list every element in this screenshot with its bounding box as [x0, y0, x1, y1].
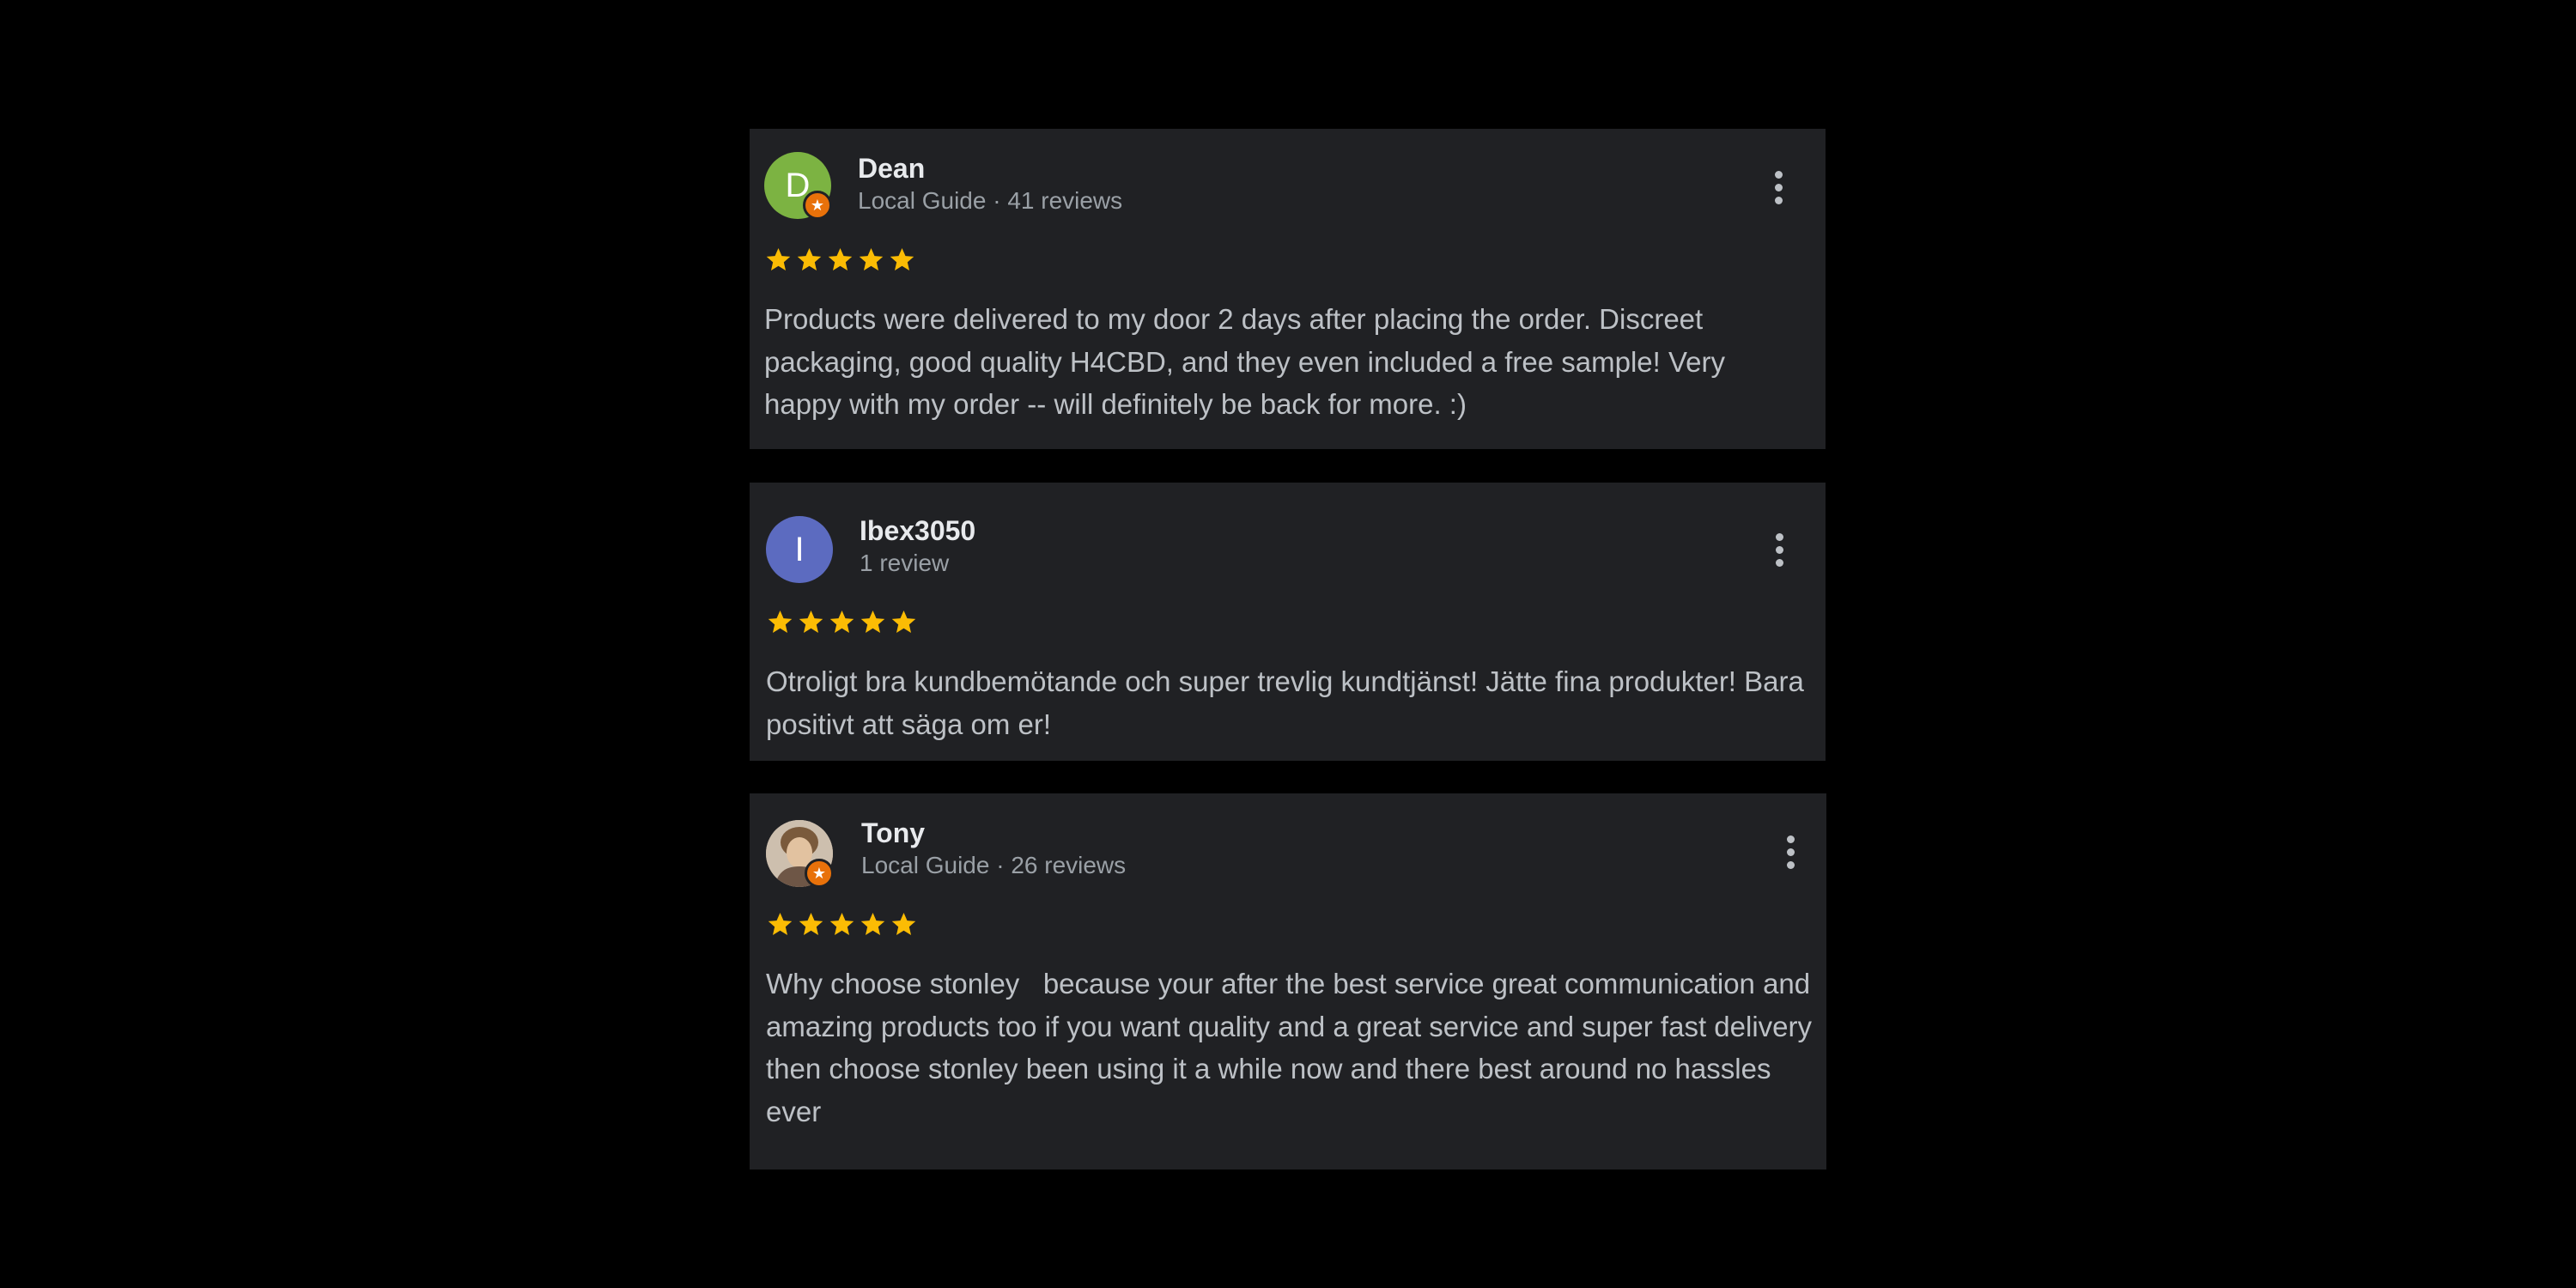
review-card: I Ibex3050 1 review Otroligt bra kundbem…	[750, 483, 1826, 761]
reviewer-name[interactable]: Ibex3050	[860, 515, 975, 547]
star-rating	[764, 244, 916, 275]
more-vert-icon-dot	[1786, 835, 1795, 843]
star-icon	[890, 247, 914, 270]
reviewer-name[interactable]: Tony	[861, 817, 925, 849]
star-icon	[799, 912, 823, 935]
more-vert-icon-dot	[1775, 545, 1783, 554]
review-text: Why choose stonley because your after th…	[766, 968, 1820, 1127]
review-text: Products were delivered to my door 2 day…	[764, 303, 1726, 420]
reviewer-meta[interactable]: 1 review	[860, 550, 949, 577]
reviews-stage: D ★ Dean Local Guide · 41 reviews Produc…	[0, 0, 2576, 1288]
star-icon	[860, 912, 885, 935]
reviewer-meta[interactable]: Local Guide · 41 reviews	[858, 187, 1122, 215]
more-vert-icon-dot	[1774, 170, 1783, 179]
avatar-letter: I	[794, 530, 805, 568]
star-rating	[766, 908, 918, 939]
local-guide-badge-icon: ★	[803, 191, 832, 220]
reviewer-name[interactable]: Dean	[858, 153, 925, 185]
more-vert-icon-dot	[1786, 860, 1795, 869]
review-card: ★ Tony Local Guide · 26 reviews Why choo…	[750, 793, 1826, 1170]
star-icon	[768, 610, 793, 633]
more-vert-icon-dot	[1774, 196, 1783, 204]
avatar[interactable]: I	[766, 516, 833, 583]
more-vert-icon-dot	[1786, 848, 1795, 856]
star-icon	[799, 610, 823, 633]
more-options-button[interactable]	[1762, 526, 1796, 574]
more-vert-icon-dot	[1774, 183, 1783, 191]
star-icon	[797, 247, 822, 270]
reviewer-meta[interactable]: Local Guide · 26 reviews	[861, 852, 1126, 879]
star-icon	[891, 610, 916, 633]
star-icon	[891, 912, 916, 935]
more-options-button[interactable]	[1761, 163, 1795, 211]
star-icon	[829, 912, 854, 935]
more-options-button[interactable]	[1773, 828, 1807, 876]
review-text: Otroligt bra kundbemötande och super tre…	[766, 665, 1804, 740]
more-vert-icon-dot	[1775, 558, 1783, 567]
more-vert-icon-dot	[1775, 532, 1783, 541]
star-icon	[828, 247, 853, 270]
star-icon	[766, 247, 791, 270]
local-guide-badge-icon: ★	[805, 859, 834, 888]
star-rating	[766, 606, 918, 637]
star-icon	[829, 610, 854, 633]
star-icon	[768, 912, 793, 935]
review-card: D ★ Dean Local Guide · 41 reviews Produc…	[750, 129, 1826, 449]
star-icon	[859, 247, 884, 270]
star-icon	[860, 610, 885, 633]
